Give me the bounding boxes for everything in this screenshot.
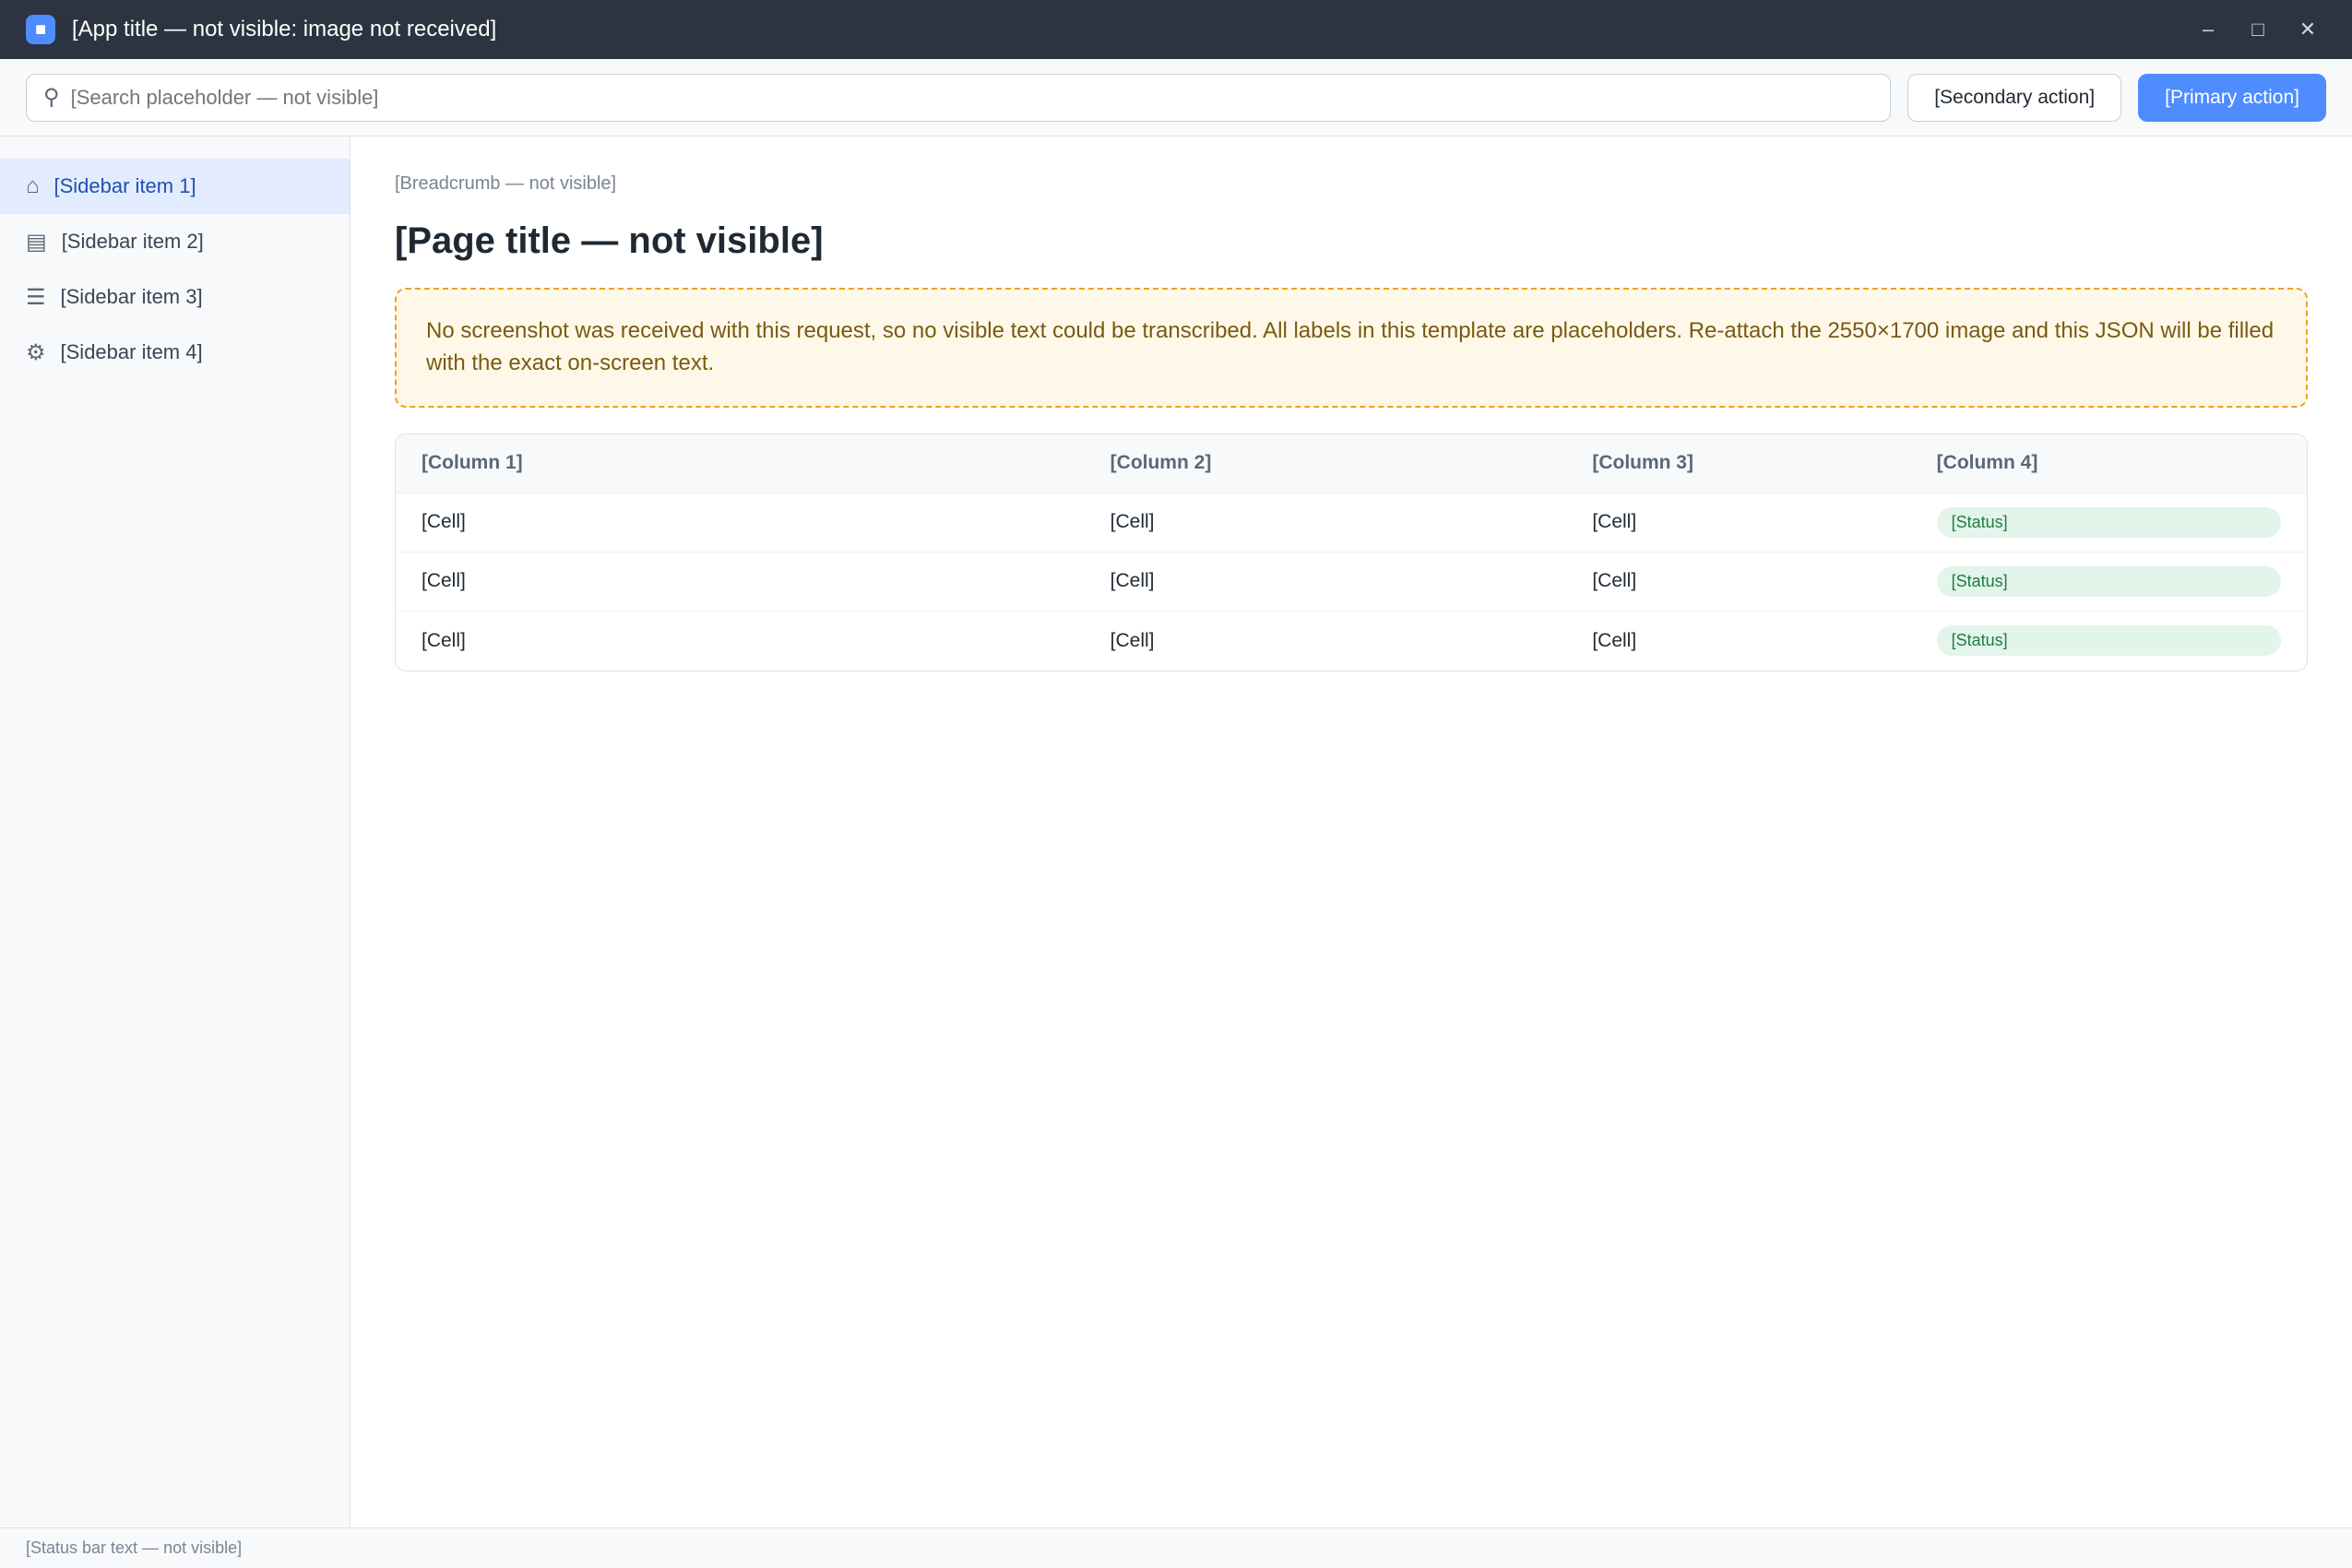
app-window: ■ [App title — not visible: image not re…	[0, 0, 2352, 1568]
secondary-button[interactable]: [Secondary action]	[1907, 73, 2122, 122]
search-input[interactable]	[70, 85, 1874, 110]
table-cell: [Cell]	[422, 629, 466, 651]
main-panel: [Breadcrumb — not visible] [Page title —…	[350, 137, 2352, 1527]
table-cell: [Cell]	[1110, 570, 1155, 592]
table-cell: [Cell]	[1592, 629, 1637, 651]
table-row[interactable]: [Cell] [Cell] [Cell] [Status]	[396, 612, 2307, 671]
column-header[interactable]: [Column 1]	[422, 452, 1111, 474]
table-header-row: [Column 1] [Column 2] [Column 3] [Column…	[396, 434, 2307, 493]
table-cell: [Cell]	[422, 570, 466, 592]
close-icon[interactable]: ✕	[2289, 11, 2326, 48]
primary-button[interactable]: [Primary action]	[2138, 73, 2326, 122]
window-controls: – □ ✕	[2190, 11, 2326, 48]
status-bar: [Status bar text — not visible]	[0, 1527, 2352, 1568]
table-cell: [Cell]	[1592, 511, 1637, 533]
missing-image-notice: No screenshot was received with this req…	[395, 288, 2308, 408]
table-cell: [Cell]	[422, 511, 466, 533]
column-header[interactable]: [Column 2]	[1111, 452, 1593, 474]
content-area: ⌂ [Sidebar item 1] ▤ [Sidebar item 2] ☰ …	[0, 137, 2352, 1527]
status-badge: [Status]	[1936, 625, 2281, 657]
sidebar-item-label: [Sidebar item 4]	[60, 340, 203, 363]
sidebar-item-label: [Sidebar item 3]	[60, 285, 203, 308]
breadcrumb[interactable]: [Breadcrumb — not visible]	[395, 173, 2308, 195]
home-icon: ⌂	[26, 173, 40, 198]
status-badge: [Status]	[1936, 506, 2281, 538]
window-title: [App title — not visible: image not rece…	[72, 17, 497, 42]
sidebar: ⌂ [Sidebar item 1] ▤ [Sidebar item 2] ☰ …	[0, 137, 350, 1527]
gear-icon: ⚙	[26, 339, 46, 365]
title-bar: ■ [App title — not visible: image not re…	[0, 0, 2352, 59]
sidebar-item-4[interactable]: ⚙ [Sidebar item 4]	[0, 325, 350, 380]
app-icon: ■	[26, 15, 55, 44]
column-header[interactable]: [Column 4]	[1937, 452, 2281, 474]
table-cell: [Cell]	[1592, 570, 1637, 592]
column-header[interactable]: [Column 3]	[1592, 452, 1936, 474]
status-badge: [Status]	[1936, 565, 2281, 597]
search-icon: ⚲	[43, 85, 60, 110]
sidebar-item-label: [Sidebar item 2]	[61, 230, 204, 253]
table-cell: [Cell]	[1110, 511, 1155, 533]
sidebar-item-1[interactable]: ⌂ [Sidebar item 1]	[0, 159, 350, 214]
table-row[interactable]: [Cell] [Cell] [Cell] [Status]	[396, 493, 2307, 552]
folder-icon: ▤	[26, 229, 47, 255]
search-box: ⚲	[26, 73, 1892, 122]
maximize-icon[interactable]: □	[2239, 11, 2276, 48]
toolbar: ⚲ [Secondary action] [Primary action]	[0, 59, 2352, 137]
table-cell: [Cell]	[1110, 629, 1155, 651]
table-row[interactable]: [Cell] [Cell] [Cell] [Status]	[396, 552, 2307, 612]
sidebar-item-3[interactable]: ☰ [Sidebar item 3]	[0, 269, 350, 325]
page-title: [Page title — not visible]	[395, 220, 824, 261]
minimize-icon[interactable]: –	[2190, 11, 2227, 48]
list-icon: ☰	[26, 284, 46, 310]
data-table: [Column 1] [Column 2] [Column 3] [Column…	[395, 433, 2308, 671]
sidebar-item-label: [Sidebar item 1]	[53, 174, 196, 197]
sidebar-item-2[interactable]: ▤ [Sidebar item 2]	[0, 214, 350, 269]
